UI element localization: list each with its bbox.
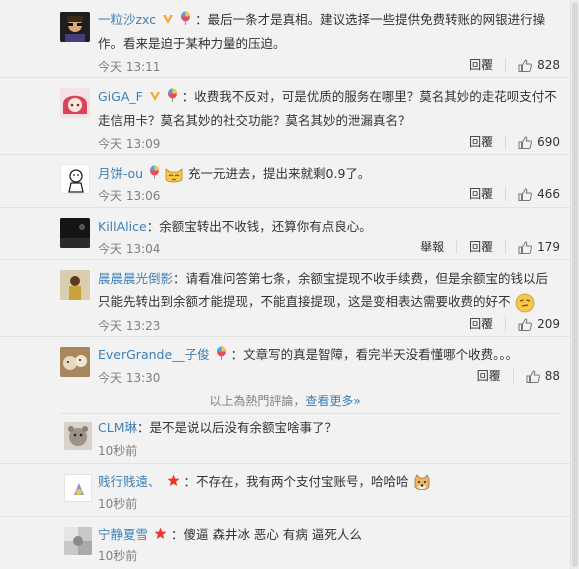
avatar[interactable] <box>64 422 92 450</box>
thumbs-up-icon <box>518 240 533 254</box>
doge-emoji-icon <box>412 473 432 493</box>
comment-body: 宁静夏雪 ：傻逼 森井冰 恶心 有病 逼死人么 <box>98 523 558 547</box>
avatar[interactable] <box>60 347 90 377</box>
balloon-badge-icon <box>149 163 160 186</box>
comment-time: 今天 13:04 <box>98 242 161 256</box>
comment-item: GiGA_F ：收费我不反对，可是优质的服务在哪里？莫名其妙的走花呗支付不走信用… <box>0 78 570 155</box>
like-button[interactable]: 209 <box>506 317 560 331</box>
verified-v-icon <box>162 9 174 32</box>
comment-item: KillAlice：余额宝转出不收钱，还算你有点良心。 今天 13:04 舉報 … <box>0 208 570 260</box>
comment-time: 10秒前 <box>98 444 138 458</box>
cat-face-emoji-icon <box>164 165 184 185</box>
avatar[interactable] <box>60 270 90 300</box>
like-button[interactable]: 88 <box>514 369 560 383</box>
comment-item: 晨晨晨光倒影：请看准问答第七条，余额宝提现不收手续费，但是余额宝的钱以后只能先转… <box>0 260 570 337</box>
like-count: 828 <box>537 58 560 72</box>
like-button[interactable]: 179 <box>506 240 560 254</box>
like-button[interactable]: 828 <box>506 58 560 72</box>
comment-actions: 回覆 690 <box>457 135 560 149</box>
comment-actions: 回覆 466 <box>457 187 560 201</box>
comment-panel: 一粒沙zxc ：最后一条才是真相。建议选择一些提供免费转账的网银进行操作。看来是… <box>0 0 570 569</box>
balloon-badge-icon <box>167 86 178 109</box>
like-button[interactable]: 466 <box>506 187 560 201</box>
comment-actions: 舉報 回覆 179 <box>408 240 560 254</box>
recent-comment-item: 贱行贱遠、 ：不存在，我有两个支付宝账号，哈哈哈 10秒前 <box>0 464 570 517</box>
comment-body: CLM琳：是不是说以后没有余额宝啥事了？ <box>98 416 558 439</box>
comment-item: 月饼-ou 充一元进去，提出来就剩0.9了。 今天 13:06 回覆 466 <box>0 155 570 208</box>
reply-button[interactable]: 回覆 <box>457 58 507 72</box>
username-link[interactable]: 宁静夏雪 <box>98 527 148 542</box>
comment-time: 10秒前 <box>98 549 138 563</box>
comment-text: ：是不是说以后没有余额宝啥事了？ <box>136 420 337 435</box>
hot-comments-footer: 以上為熱門評論，查看更多» <box>0 392 570 414</box>
comment-text: ：余额宝转出不收钱，还算你有点良心。 <box>146 219 372 234</box>
comment-body: KillAlice：余额宝转出不收钱，还算你有点良心。 <box>98 215 558 238</box>
avatar[interactable] <box>60 164 90 194</box>
comment-actions: 回覆 209 <box>457 317 560 331</box>
view-more-link[interactable]: 查看更多» <box>305 394 360 408</box>
comment-time: 今天 13:06 <box>98 189 161 203</box>
reply-button[interactable]: 回覆 <box>457 240 507 254</box>
thumbs-up-icon <box>518 317 533 331</box>
username-link[interactable]: GiGA_F <box>98 89 143 104</box>
thumbs-up-icon <box>526 369 540 383</box>
balloon-badge-icon <box>180 9 191 32</box>
comment-body: GiGA_F ：收费我不反对，可是优质的服务在哪里？莫名其妙的走花呗支付不走信用… <box>98 85 558 132</box>
comment-time: 今天 13:23 <box>98 319 161 333</box>
like-count: 88 <box>544 369 560 383</box>
scrollbar-thumb[interactable] <box>572 2 578 567</box>
reply-button[interactable]: 回覆 <box>465 369 514 383</box>
avatar[interactable] <box>60 12 90 42</box>
reply-button[interactable]: 回覆 <box>457 317 507 331</box>
comment-time: 10秒前 <box>98 497 138 511</box>
thumbs-up-icon <box>518 135 533 149</box>
comment-body: 一粒沙zxc ：最后一条才是真相。建议选择一些提供免费转账的网银进行操作。看来是… <box>98 8 558 55</box>
comment-item: 一粒沙zxc ：最后一条才是真相。建议选择一些提供免费转账的网银进行操作。看来是… <box>0 0 570 78</box>
username-link[interactable]: EverGrande__子俊 <box>98 347 210 362</box>
like-button[interactable]: 690 <box>506 135 560 149</box>
thumbs-up-icon <box>518 187 533 201</box>
comment-actions: 回覆 88 <box>465 369 560 383</box>
like-count: 466 <box>537 187 560 201</box>
username-link[interactable]: 贱行贱遠、 <box>98 474 161 489</box>
like-count: 209 <box>537 317 560 331</box>
comment-actions: 回覆 828 <box>457 58 560 72</box>
avatar[interactable] <box>60 88 90 118</box>
smirk-emoji-icon <box>515 293 535 313</box>
red-star-badge-icon <box>154 524 167 547</box>
comment-time: 今天 13:30 <box>98 371 161 385</box>
comment-body: 月饼-ou 充一元进去，提出来就剩0.9了。 <box>98 162 558 186</box>
hot-comments-note: 以上為熱門評論， <box>209 394 306 408</box>
verified-v-icon <box>149 86 161 109</box>
username-link[interactable]: CLM琳 <box>98 420 137 435</box>
comment-body: 晨晨晨光倒影：请看准问答第七条，余额宝提现不收手续费，但是余额宝的钱以后只能先转… <box>98 267 558 313</box>
thumbs-up-icon <box>518 58 533 72</box>
comment-body: 贱行贱遠、 ：不存在，我有两个支付宝账号，哈哈哈 <box>98 470 558 494</box>
avatar[interactable] <box>64 474 92 502</box>
report-button[interactable]: 舉報 <box>408 240 458 254</box>
avatar[interactable] <box>60 218 90 248</box>
comment-time: 今天 13:11 <box>98 60 161 74</box>
comment-text: 充一元进去，提出来就剩0.9了。 <box>188 166 371 181</box>
username-link[interactable]: 晨晨晨光倒影 <box>98 271 173 286</box>
balloon-badge-icon <box>216 344 227 367</box>
like-count: 690 <box>537 135 560 149</box>
username-link[interactable]: KillAlice <box>98 219 147 234</box>
reply-button[interactable]: 回覆 <box>457 187 507 201</box>
comment-body: EverGrande__子俊 ：文章写的真是智障，看完半天没看懂哪个收费。。。 <box>98 343 558 367</box>
comment-item: EverGrande__子俊 ：文章写的真是智障，看完半天没看懂哪个收费。。。 … <box>0 337 570 390</box>
username-link[interactable]: 月饼-ou <box>98 166 143 181</box>
comment-text: ：文章写的真是智障，看完半天没看懂哪个收费。。。 <box>230 347 519 362</box>
avatar[interactable] <box>64 527 92 555</box>
like-count: 179 <box>537 240 560 254</box>
comment-text: ：傻逼 森井冰 恶心 有病 逼死人么 <box>170 527 362 542</box>
reply-button[interactable]: 回覆 <box>457 135 507 149</box>
comment-text: ：不存在，我有两个支付宝账号，哈哈哈 <box>183 474 409 489</box>
recent-comment-item: 宁静夏雪 ：傻逼 森井冰 恶心 有病 逼死人么 10秒前 <box>0 517 570 569</box>
recent-comment-item: CLM琳：是不是说以后没有余额宝啥事了？ 10秒前 <box>0 414 570 464</box>
red-star-badge-icon <box>167 471 180 494</box>
comment-time: 今天 13:09 <box>98 137 161 151</box>
vertical-scrollbar[interactable] <box>570 0 579 569</box>
username-link[interactable]: 一粒沙zxc <box>98 12 156 27</box>
